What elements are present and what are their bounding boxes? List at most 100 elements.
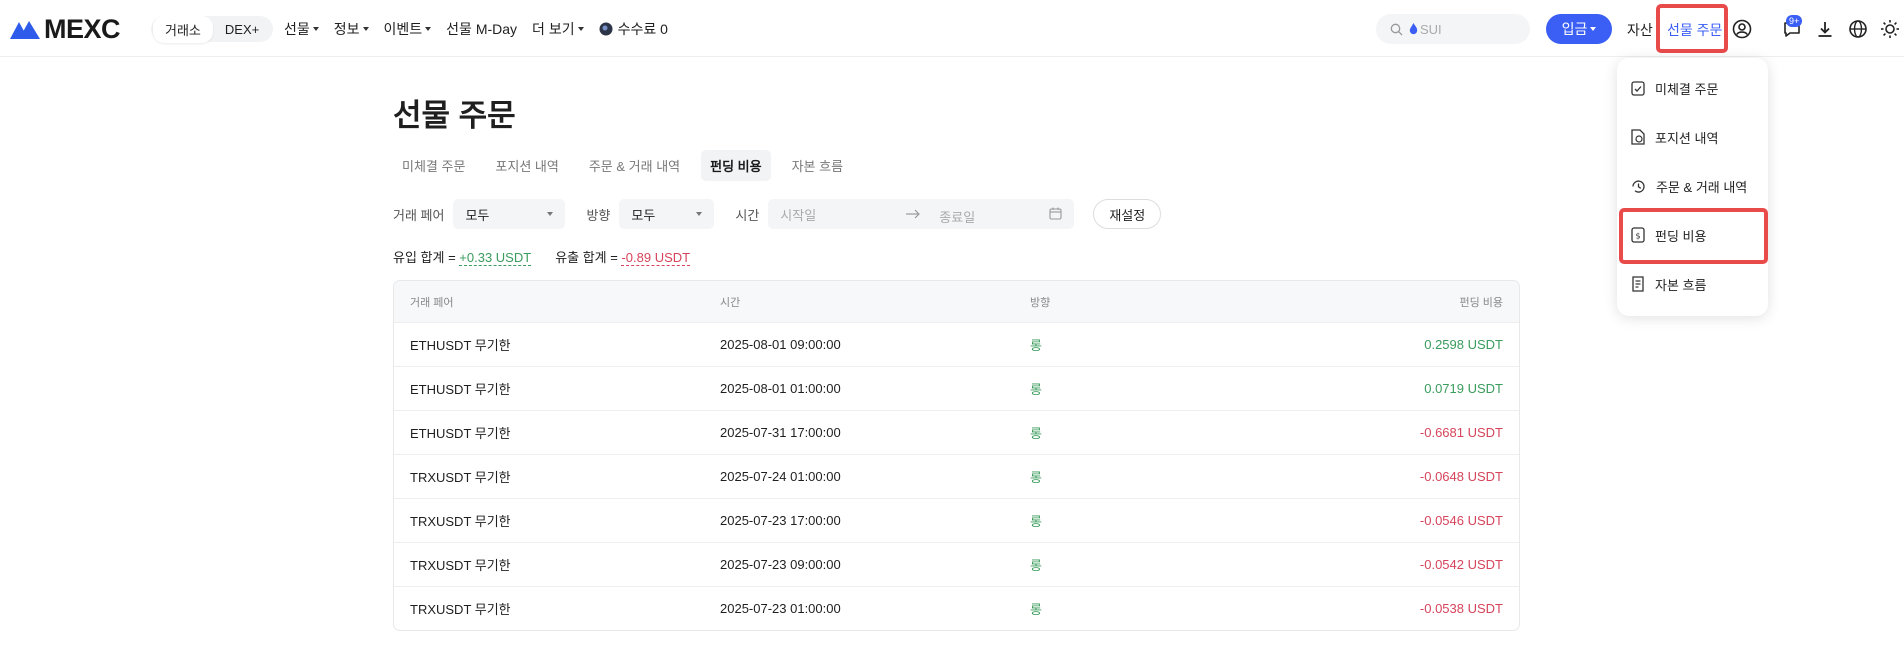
market-switcher: 거래소 DEX+ <box>151 15 274 43</box>
chevron-down-icon <box>1590 27 1597 31</box>
filter-bar: 거래 페어 모두 방향 모두 시간 시작일 종료일 재설정 <box>393 199 1162 229</box>
table-row: ETHUSDT 무기한 2025-08-01 01:00:00 롱 0.0719… <box>394 366 1519 410</box>
history-clock-icon <box>1632 179 1645 193</box>
cell-time: 2025-07-23 17:00:00 <box>720 513 841 528</box>
mexc-logo-icon <box>10 21 40 39</box>
tab-capital-flow[interactable]: 자본 흐름 <box>783 150 852 181</box>
nav-zero-fee-label: 수수료 0 <box>617 21 668 37</box>
direction-filter-label: 방향 <box>586 207 611 223</box>
tab-open-orders[interactable]: 미체결 주문 <box>393 150 474 181</box>
cell-time: 2025-07-31 17:00:00 <box>720 425 841 440</box>
mexc-logo[interactable]: MEXC <box>10 14 121 44</box>
search-input[interactable]: SUI <box>1376 14 1530 44</box>
segment-exchange[interactable]: 거래소 <box>153 15 213 43</box>
inflow-total: 유입 합계 = +0.33 USDT <box>393 247 532 266</box>
reset-button[interactable]: 재설정 <box>1093 199 1162 229</box>
dropdown-item-capital-flow[interactable]: 자본 흐름 <box>1631 272 1706 296</box>
cell-pair: TRXUSDT 무기한 <box>410 558 511 573</box>
date-range-picker[interactable]: 시작일 종료일 <box>768 199 1075 229</box>
cell-pair: ETHUSDT 무기한 <box>410 382 511 397</box>
cell-pair: TRXUSDT 무기한 <box>410 470 511 485</box>
ledger-icon <box>1632 276 1644 292</box>
chevron-down-icon <box>547 212 554 216</box>
dropdown-item-order-trade-history[interactable]: 주문 & 거래 내역 <box>1631 174 1747 198</box>
cell-direction: 롱 <box>1030 338 1042 353</box>
dropdown-item-position-history[interactable]: 포지션 내역 <box>1631 125 1718 149</box>
dropdown-item-label: 미체결 주문 <box>1655 81 1719 97</box>
table-row: ETHUSDT 무기한 2025-08-01 09:00:00 롱 0.2598… <box>394 322 1519 366</box>
calendar-icon <box>1049 207 1062 220</box>
dropdown-item-open-orders[interactable]: 미체결 주문 <box>1631 76 1718 100</box>
nav-futures[interactable]: 선물 <box>284 19 319 39</box>
chevron-down-icon <box>425 27 432 31</box>
nav-more-label: 더 보기 <box>532 21 575 37</box>
cell-time: 2025-08-01 09:00:00 <box>720 337 841 352</box>
logo-text: MEXC <box>44 13 121 44</box>
cell-funding-fee: -0.6681 USDT <box>1419 425 1503 440</box>
cell-time: 2025-08-01 01:00:00 <box>720 381 841 396</box>
futures-orders-highlight <box>1656 4 1728 53</box>
assets-link[interactable]: 자산 <box>1627 20 1653 40</box>
end-date-input[interactable]: 종료일 <box>939 207 975 226</box>
tab-position-history[interactable]: 포지션 내역 <box>486 150 567 181</box>
arrow-right-icon <box>906 209 921 219</box>
nav-info[interactable]: 정보 <box>334 19 369 39</box>
zero-fee-icon <box>599 22 613 36</box>
page-title: 선물 주문 <box>393 98 516 133</box>
start-date-input[interactable]: 시작일 <box>780 205 816 224</box>
pair-select-value: 모두 <box>465 207 490 223</box>
table-row: ETHUSDT 무기한 2025-07-31 17:00:00 롱 -0.668… <box>394 410 1519 454</box>
order-tabs: 미체결 주문 포지션 내역 주문 & 거래 내역 펀딩 비용 자본 흐름 <box>393 150 864 181</box>
pair-select[interactable]: 모두 <box>453 199 566 229</box>
inflow-value: +0.33 USDT <box>459 250 532 266</box>
chevron-down-icon <box>577 27 584 31</box>
segment-dex[interactable]: DEX+ <box>213 18 271 41</box>
cell-direction: 롱 <box>1030 470 1042 485</box>
flame-icon <box>1409 23 1418 35</box>
cell-pair: ETHUSDT 무기한 <box>410 338 511 353</box>
nav-mday[interactable]: 선물 M-Day <box>446 19 517 39</box>
nav-events[interactable]: 이벤트 <box>384 19 432 39</box>
search-icon <box>1390 23 1403 35</box>
direction-select[interactable]: 모두 <box>619 199 715 229</box>
column-header-pair: 거래 페어 <box>410 296 454 309</box>
chevron-down-icon <box>696 212 703 216</box>
cell-funding-fee: -0.0542 USDT <box>1419 557 1503 572</box>
direction-select-value: 모두 <box>631 207 656 223</box>
theme-sun-icon[interactable] <box>1880 19 1900 39</box>
deposit-button[interactable]: 입금 <box>1546 14 1612 44</box>
table-row: TRXUSDT 무기한 2025-07-24 01:00:00 롱 -0.064… <box>394 454 1519 498</box>
outflow-value: -0.89 USDT <box>621 250 691 266</box>
funding-summary: 유입 합계 = +0.33 USDT 유출 합계 = -0.89 USDT <box>393 247 714 266</box>
table-row: TRXUSDT 무기한 2025-07-23 01:00:00 롱 -0.053… <box>394 586 1519 630</box>
tab-funding-fees[interactable]: 펀딩 비용 <box>701 150 771 181</box>
cell-funding-fee: -0.0546 USDT <box>1419 513 1503 528</box>
cell-funding-fee: 0.2598 USDT <box>1424 337 1503 352</box>
funding-fees-highlight <box>1619 208 1768 264</box>
chevron-down-icon <box>362 27 369 31</box>
globe-icon[interactable] <box>1848 19 1868 39</box>
top-navigation-bar: MEXC 거래소 DEX+ 선물 정보 이벤트 선물 M-Day 더 보기 수수… <box>0 0 1904 57</box>
cell-pair: ETHUSDT 무기한 <box>410 426 511 441</box>
table-row: TRXUSDT 무기한 2025-07-23 17:00:00 롱 -0.054… <box>394 498 1519 542</box>
nav-mday-label: 선물 M-Day <box>446 21 518 37</box>
table-row: TRXUSDT 무기한 2025-07-23 09:00:00 롱 -0.054… <box>394 542 1519 586</box>
download-icon[interactable] <box>1815 19 1835 39</box>
cell-pair: TRXUSDT 무기한 <box>410 602 511 617</box>
outflow-label: 유출 합계 = <box>555 250 618 265</box>
column-header-time: 시간 <box>720 296 741 309</box>
cell-direction: 롱 <box>1030 602 1042 617</box>
tab-order-trade-history[interactable]: 주문 & 거래 내역 <box>580 150 689 181</box>
user-icon[interactable] <box>1732 19 1752 39</box>
cell-funding-fee: 0.0719 USDT <box>1424 381 1503 396</box>
nav-more[interactable]: 더 보기 <box>532 19 584 39</box>
dropdown-item-label: 주문 & 거래 내역 <box>1656 179 1748 195</box>
cell-funding-fee: -0.0538 USDT <box>1419 601 1503 616</box>
nav-futures-label: 선물 <box>284 21 310 37</box>
column-header-direction: 방향 <box>1030 296 1051 309</box>
funding-fee-table: 거래 페어 시간 방향 펀딩 비용 ETHUSDT 무기한 2025-08-01… <box>393 280 1520 631</box>
clipboard-check-icon <box>1631 81 1645 96</box>
column-header-funding-fee: 펀딩 비용 <box>1459 296 1503 309</box>
nav-zero-fee[interactable]: 수수료 0 <box>599 19 668 39</box>
cell-direction: 롱 <box>1030 382 1042 397</box>
